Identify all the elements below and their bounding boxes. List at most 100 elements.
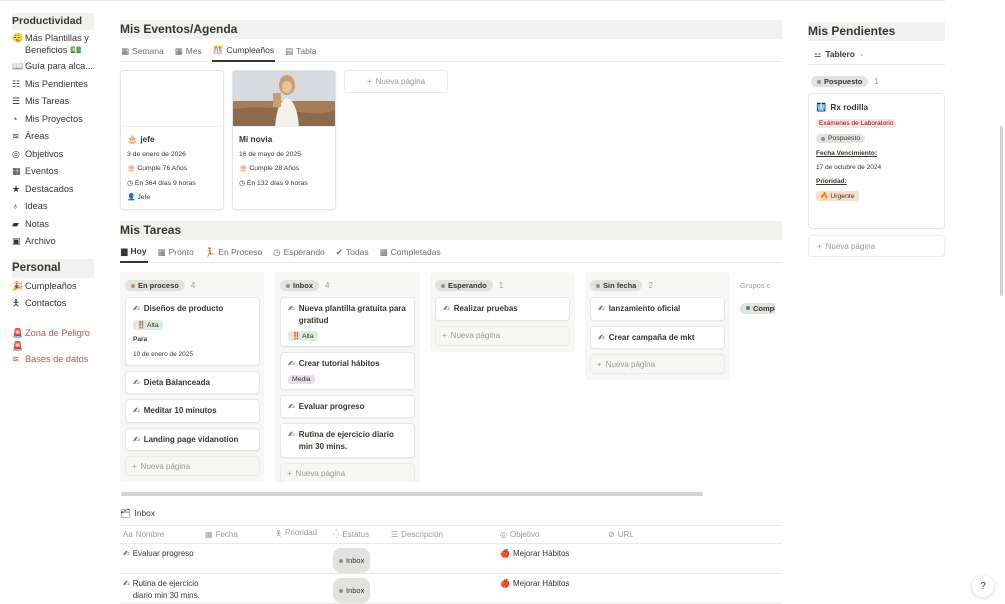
sidebar-item-zona-peligro[interactable]: 🚨 Zona de Peligro bbox=[12, 327, 96, 340]
tab-mes[interactable]: ▦ Mes bbox=[174, 41, 203, 62]
cell-objective[interactable]: Mejorar Hábitos bbox=[513, 578, 569, 603]
cake-icon: 🎂 bbox=[127, 165, 136, 172]
task-card[interactable]: ✍ Meditar 10 minutos bbox=[125, 399, 260, 423]
sidebar-item-eventos[interactable]: ▦ Eventos bbox=[12, 165, 96, 183]
column-header[interactable]: ⊘ URL bbox=[608, 530, 688, 539]
priority-label: Prioridad: bbox=[816, 178, 847, 185]
task-title: Realizar pruebas bbox=[453, 304, 518, 313]
table-row[interactable]: ✍ Rutina de ejercicio diario min 30 mins.… bbox=[120, 574, 782, 604]
tab-tabla[interactable]: ▤ Tabla bbox=[284, 41, 317, 62]
status-dot bbox=[821, 136, 825, 141]
sidebar-section-title: Personal bbox=[12, 258, 94, 278]
task-title: Dieta Balanceada bbox=[143, 377, 210, 387]
task-card[interactable]: ✍ lanzamiento oficial bbox=[590, 297, 725, 321]
task-card[interactable]: ✍ Dieta Balanceada bbox=[125, 370, 260, 394]
sidebar-item-siren[interactable]: 🚨 bbox=[12, 340, 96, 353]
running-icon: 🏃 bbox=[204, 246, 216, 257]
pending-panel: Mis Pendientes ⚍ Tablero ⌄ Pospuesto 1 🩻… bbox=[808, 22, 945, 257]
new-page-button[interactable]: + Nueva página bbox=[590, 354, 725, 374]
sidebar-item-destacados[interactable]: ★ Destacados bbox=[12, 183, 96, 201]
sidebar-item-plantillas[interactable]: 😮‍💨 Más Plantillas y Beneficios 💵 bbox=[12, 32, 96, 60]
tab-semana[interactable]: ▦ Semana bbox=[120, 41, 165, 62]
task-card[interactable]: ✍ Crear tutorial hábitos Media bbox=[280, 352, 415, 390]
pen-icon: ✍ bbox=[133, 377, 140, 387]
new-page-button[interactable]: + Nueva página bbox=[435, 325, 570, 346]
tab-cumpleanos[interactable]: 🎊 Cumpleaños bbox=[211, 41, 276, 62]
tab-hoy[interactable]: ▆ Hoy bbox=[120, 242, 148, 263]
column-header[interactable]: ▦ Fecha bbox=[205, 530, 275, 539]
task-card[interactable]: ✍ Evaluar progreso bbox=[280, 394, 415, 418]
help-button[interactable]: ? bbox=[972, 575, 994, 597]
column-label: En proceso bbox=[138, 281, 179, 290]
hidden-group-label: Compl bbox=[753, 303, 775, 313]
task-card[interactable]: ✍ Crear campaña de mkt bbox=[590, 325, 725, 349]
sidebar-item-objetivos[interactable]: ◎ Objetivos bbox=[12, 148, 96, 166]
sidebar-item-contactos[interactable]: 🯅 Contactos bbox=[12, 297, 96, 315]
tab-pronto[interactable]: ▦ Pronto bbox=[157, 242, 195, 263]
inbox-view-title[interactable]: 🗂 Inbox bbox=[120, 506, 782, 520]
plus-icon: + bbox=[597, 359, 602, 369]
gallery-card[interactable]: Mi novia 16 de mayo de 2025 🎂 Cumple 28 … bbox=[232, 70, 336, 210]
board-column-esperando: Esperando 1 ✍ Realizar pruebas + Nueva pági… bbox=[430, 272, 575, 352]
hidden-group-item[interactable]: Compl bbox=[740, 302, 775, 314]
task-card[interactable]: ✍ Nueva plantilla gratuita para gratitud … bbox=[280, 297, 415, 347]
sidebar-item-pendientes[interactable]: ☷ Mis Pendientes bbox=[12, 78, 96, 96]
inbox-icon: 🗂 bbox=[120, 507, 131, 518]
new-page-button[interactable]: + Nueva página bbox=[280, 463, 415, 482]
new-page-button[interactable]: + Nueva página bbox=[344, 70, 448, 93]
task-card[interactable]: ✍ Realizar pruebas bbox=[435, 297, 570, 321]
tab-todas[interactable]: ✔ Todas bbox=[335, 242, 370, 263]
status-dot bbox=[339, 558, 343, 563]
tab-en-proceso[interactable]: 🏃 En Proceso bbox=[204, 242, 264, 263]
tab-completadas[interactable]: ▩ Completadas bbox=[379, 242, 442, 263]
sidebar-item-bases-datos[interactable]: ≋ Bases de datos bbox=[12, 353, 96, 371]
question-icon: ? bbox=[980, 580, 986, 592]
vertical-scrollbar[interactable] bbox=[1000, 126, 1003, 296]
horizontal-scrollbar[interactable] bbox=[121, 492, 703, 496]
sidebar-item-archivo[interactable]: ▣ Archivo bbox=[12, 235, 96, 253]
priority-tag: Media bbox=[288, 374, 315, 384]
gallery-card[interactable]: 🎂 jefe 3 de enero de 2026 🎂 Cumple 76 Año… bbox=[120, 70, 224, 210]
table-row[interactable]: ✍ Evaluar progreso Inbox 🍎 Mejorar Hábitos bbox=[120, 544, 782, 574]
sidebar-item-cumpleanos[interactable]: 🎉 Cumpleaños bbox=[12, 280, 96, 298]
sidebar-item-notas[interactable]: ▰ Notas bbox=[12, 218, 96, 236]
sidebar-item-tareas[interactable]: ☰ Mis Tareas bbox=[12, 95, 96, 113]
header-label: Fecha bbox=[215, 530, 238, 539]
task-card[interactable]: ✍ Landing page vidanotion bbox=[125, 427, 260, 451]
column-header[interactable]: Aa Nombre bbox=[120, 530, 205, 539]
task-title: Landing page vidanotion bbox=[143, 434, 239, 444]
status-dot bbox=[131, 283, 135, 288]
plus-icon: + bbox=[287, 468, 292, 478]
list-icon: ☰ bbox=[12, 96, 21, 106]
sidebar-item-proyectos[interactable]: ◔ Mis Proyectos bbox=[12, 113, 96, 131]
sidebar-item-label: Más Plantillas y Beneficios 💵 bbox=[25, 33, 89, 55]
status-badge: Inbox bbox=[333, 548, 371, 573]
view-selector[interactable]: ⚍ Tablero ⌄ bbox=[808, 43, 945, 65]
sidebar-item-areas[interactable]: ≋ Áreas bbox=[12, 130, 96, 148]
pending-card[interactable]: 🩻 Rx rodilla Exámenes de Laboratorio Posp… bbox=[808, 93, 945, 229]
task-card[interactable]: ✍ Rutina de ejercicio diario min 30 mins. bbox=[280, 423, 415, 458]
new-page-label: Nueva página bbox=[140, 461, 191, 471]
column-header[interactable]: ⁛ Estatus bbox=[333, 530, 391, 539]
text-lines-icon: ☰ bbox=[391, 530, 399, 539]
pen-icon: ✍ bbox=[288, 304, 295, 313]
column-header[interactable]: ◎ Objetivo bbox=[500, 530, 608, 539]
tab-esperando[interactable]: ◷ Esperando bbox=[272, 242, 326, 263]
task-card[interactable]: ✍ Diseños de producto ‼️ Alta Para 10 de … bbox=[125, 297, 260, 366]
column-header[interactable]: 🯅 Prioridad bbox=[275, 528, 333, 542]
new-page-label: Nueva página bbox=[295, 468, 346, 478]
cell-objective[interactable]: Mejorar Hábitos bbox=[513, 548, 569, 573]
sidebar-item-ideas[interactable]: ♁ Ideas bbox=[12, 200, 96, 218]
new-page-button[interactable]: + Nueva página bbox=[125, 456, 260, 476]
plus-icon: + bbox=[442, 331, 447, 340]
calendar-icon: ▦ bbox=[174, 45, 183, 56]
board-column-inbox: Inbox 4 ✍ Nueva plantilla gratuita para gr… bbox=[275, 272, 420, 482]
task-title: Evaluar progreso bbox=[298, 401, 365, 411]
link-icon: ⊘ bbox=[608, 530, 615, 539]
task-title: Nueva plantilla gratuita para gratitud bbox=[298, 304, 406, 325]
sidebar-item-guia[interactable]: 📖 Guía para alca... bbox=[12, 60, 96, 78]
board-group-header: Pospuesto 1 bbox=[808, 76, 945, 87]
new-page-button[interactable]: + Nueva página bbox=[808, 235, 945, 257]
column-header[interactable]: ☰ Descripción bbox=[391, 530, 500, 539]
header-label: URL bbox=[617, 530, 634, 539]
